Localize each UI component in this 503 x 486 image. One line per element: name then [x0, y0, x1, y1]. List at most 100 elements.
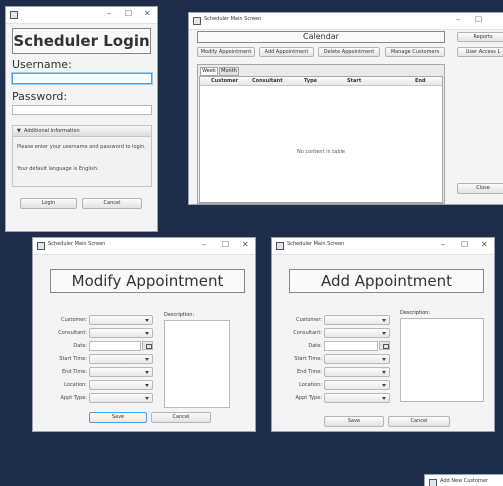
chevron-down-icon — [145, 371, 149, 374]
add-appointment-window: Scheduler Main Screen – ☐ ✕ Add Appointm… — [271, 237, 495, 432]
date-picker-input[interactable] — [324, 341, 378, 351]
start-time-combo[interactable] — [324, 354, 390, 364]
location-combo[interactable] — [324, 380, 390, 390]
table-empty-placeholder: No content in table — [297, 149, 345, 155]
chevron-down-icon — [145, 319, 149, 322]
password-label: Password: — [12, 90, 68, 103]
close-button[interactable]: ✕ — [144, 9, 151, 19]
location-combo[interactable] — [89, 380, 153, 390]
manage-customers-button[interactable]: Manage Customers — [385, 47, 445, 57]
column-end[interactable]: End — [415, 78, 426, 84]
date-label: Date: — [73, 343, 87, 349]
chevron-down-icon — [382, 319, 386, 322]
end-time-label: End Time: — [296, 369, 322, 375]
info-text-language: Your default language is English. — [17, 166, 99, 172]
maximize-button[interactable]: ☐ — [125, 9, 132, 19]
maximize-button[interactable]: ☐ — [475, 15, 482, 25]
minimize-button[interactable]: – — [456, 15, 460, 25]
start-time-label: Start Time: — [294, 356, 322, 362]
additional-info-panel: ▼ Additional Information Please enter yo… — [12, 125, 152, 187]
main-window-title: Scheduler Main Screen — [204, 16, 262, 22]
user-access-log-button[interactable]: User Access L — [457, 47, 503, 57]
info-text-instructions: Please enter your username and password … — [17, 144, 146, 150]
chevron-down-icon — [382, 397, 386, 400]
add-title-bar: Scheduler Main Screen – ☐ ✕ — [272, 238, 494, 255]
start-time-label: Start Time: — [59, 356, 87, 362]
login-cancel-button[interactable]: Cancel — [82, 198, 142, 209]
maximize-button[interactable]: ☐ — [222, 240, 229, 250]
date-label: Date: — [308, 343, 322, 349]
add-customer-window-title: Add New Customer — [440, 478, 489, 484]
reports-button[interactable]: Reports — [457, 32, 503, 42]
column-type[interactable]: Type — [304, 78, 317, 84]
additional-info-title: Additional Information — [24, 128, 80, 134]
modify-save-button[interactable]: Save — [89, 412, 147, 423]
calendar-icon[interactable] — [379, 341, 390, 350]
username-input[interactable] — [12, 73, 152, 84]
calendar-header: Calendar — [197, 31, 445, 43]
minimize-button[interactable]: – — [107, 9, 111, 19]
minimize-button[interactable]: – — [202, 240, 206, 250]
app-icon — [37, 242, 45, 250]
add-save-button[interactable]: Save — [324, 416, 384, 427]
app-icon — [429, 479, 437, 486]
chevron-down-icon — [145, 384, 149, 387]
add-window-title: Scheduler Main Screen — [287, 241, 345, 247]
description-textarea[interactable] — [400, 318, 484, 402]
chevron-down-icon — [145, 332, 149, 335]
tab-month[interactable]: Month — [219, 67, 239, 76]
login-button[interactable]: Login — [20, 198, 77, 209]
appt-type-label: Appt Type: — [60, 395, 88, 401]
consultant-combo[interactable] — [324, 328, 390, 338]
column-customer[interactable]: Customer — [211, 78, 238, 84]
modify-title-bar: Scheduler Main Screen – ☐ ✕ — [33, 238, 255, 255]
column-start[interactable]: Start — [347, 78, 361, 84]
username-label: Username: — [12, 58, 72, 71]
login-window: – ☐ ✕ Scheduler Login Username: Password… — [5, 6, 158, 232]
location-label: Location: — [299, 382, 322, 388]
calendar-icon[interactable] — [142, 341, 153, 350]
modify-appointment-button[interactable]: Modify Appointment — [197, 47, 255, 57]
password-input[interactable] — [12, 105, 152, 115]
app-icon — [193, 17, 201, 25]
chevron-down-icon — [382, 332, 386, 335]
end-time-combo[interactable] — [324, 367, 390, 377]
description-textarea[interactable] — [164, 320, 230, 408]
appointments-table: Customer Consultant Type Start End No co… — [199, 76, 443, 203]
chevron-down-icon — [382, 384, 386, 387]
close-button[interactable]: ✕ — [481, 240, 488, 250]
tab-week[interactable]: Week — [200, 67, 218, 76]
consultant-label: Consultant: — [293, 330, 322, 336]
add-customer-window: Add New Customer — [424, 474, 503, 486]
consultant-label: Consultant: — [58, 330, 87, 336]
add-customer-title-bar: Add New Customer — [425, 475, 503, 486]
delete-appointment-button[interactable]: Delete Appointment — [318, 47, 380, 57]
maximize-button[interactable]: ☐ — [461, 240, 468, 250]
appt-type-combo[interactable] — [324, 393, 390, 403]
chevron-down-icon — [145, 397, 149, 400]
end-time-combo[interactable] — [89, 367, 153, 377]
date-picker-input[interactable] — [89, 341, 141, 351]
customer-label: Customer: — [61, 317, 87, 323]
customer-combo[interactable] — [89, 315, 153, 325]
add-appointment-button[interactable]: Add Appointment — [259, 47, 314, 57]
chevron-down-icon — [382, 371, 386, 374]
modify-cancel-button[interactable]: Cancel — [151, 412, 211, 423]
add-title: Add Appointment — [289, 269, 484, 293]
add-cancel-button[interactable]: Cancel — [388, 416, 450, 427]
close-button[interactable]: ✕ — [242, 240, 249, 250]
consultant-combo[interactable] — [89, 328, 153, 338]
end-time-label: End Time: — [61, 369, 87, 375]
start-time-combo[interactable] — [89, 354, 153, 364]
login-title-bar: – ☐ ✕ — [6, 7, 157, 24]
appt-type-combo[interactable] — [89, 393, 153, 403]
main-close-button[interactable]: Close — [457, 183, 503, 194]
modify-window-title: Scheduler Main Screen — [48, 241, 106, 247]
additional-info-header[interactable]: ▼ Additional Information — [13, 126, 151, 137]
minimize-button[interactable]: – — [441, 240, 445, 250]
chevron-down-icon — [382, 358, 386, 361]
main-window: Scheduler Main Screen – ☐ Calendar Modif… — [188, 12, 503, 205]
app-icon — [10, 11, 18, 19]
column-consultant[interactable]: Consultant — [252, 78, 283, 84]
customer-combo[interactable] — [324, 315, 390, 325]
